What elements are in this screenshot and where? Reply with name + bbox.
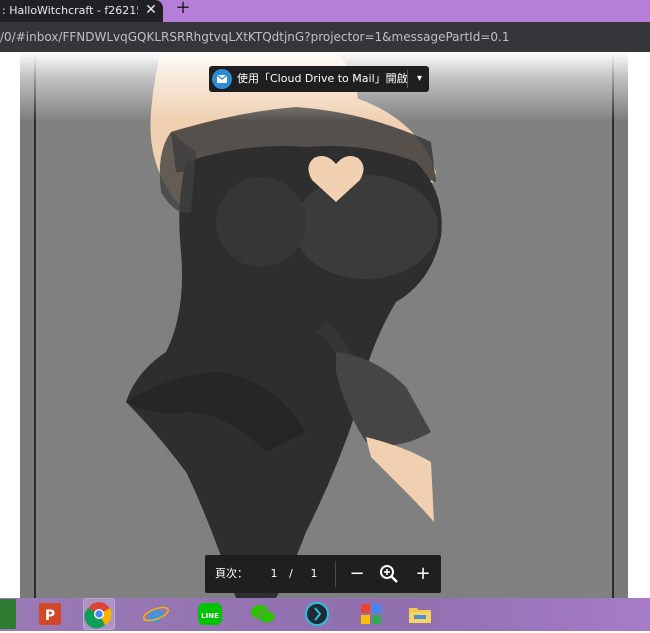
new-tab-button[interactable]: +: [174, 0, 192, 18]
open-with-button[interactable]: 使用「Cloud Drive to Mail」開啟 ▾: [209, 66, 429, 92]
svg-text:LINE: LINE: [201, 612, 219, 620]
page-edge-right: [614, 52, 628, 598]
taskbar: P e LINE: [0, 598, 650, 631]
line-icon[interactable]: LINE: [195, 599, 225, 629]
powerpoint-icon[interactable]: P: [36, 599, 66, 629]
svg-text:P: P: [45, 608, 55, 624]
app-teal-icon[interactable]: [302, 599, 332, 629]
zoom-in-button[interactable]: +: [411, 562, 435, 586]
app-partial-icon[interactable]: [0, 599, 16, 629]
tab-strip: : HalloWitchcraft - f2621538 ✕ +: [0, 0, 650, 22]
address-bar[interactable]: /0/#inbox/FFNDWLvqGQKLRSRRhgtvqLXtKTQdtj…: [0, 22, 650, 52]
page-edge-left: [20, 52, 34, 598]
zoom-reset-icon[interactable]: [377, 562, 401, 586]
page-label: 頁次：: [215, 567, 248, 580]
controls-divider: [335, 561, 336, 587]
character-illustration: [126, 52, 442, 598]
app-colorful-icon[interactable]: [356, 599, 386, 629]
open-with-label: 使用「Cloud Drive to Mail」開啟: [237, 72, 408, 85]
chevron-down-icon[interactable]: ▾: [410, 66, 429, 92]
url-text[interactable]: /0/#inbox/FFNDWLvqGQKLRSRRhgtvqLXtKTQdtj…: [0, 28, 509, 46]
page-controls: 頁次： 1 / 1 − +: [205, 555, 441, 593]
browser-tab[interactable]: : HalloWitchcraft - f2621538 ✕: [0, 0, 163, 22]
internet-explorer-icon[interactable]: e: [141, 599, 171, 629]
wechat-icon[interactable]: [248, 599, 278, 629]
svg-text:e: e: [149, 602, 163, 628]
page-border-right: [612, 52, 614, 598]
document-preview: [36, 52, 612, 598]
file-explorer-icon[interactable]: [405, 599, 435, 629]
page-separator: /: [289, 567, 293, 580]
mail-envelope-icon: [212, 69, 232, 89]
tab-title: : HalloWitchcraft - f2621538: [2, 4, 138, 17]
zoom-out-button[interactable]: −: [345, 562, 369, 586]
current-page-field[interactable]: 1: [263, 565, 285, 583]
pill-divider: [407, 70, 408, 88]
tab-close-icon[interactable]: ✕: [144, 2, 158, 18]
total-pages: 1: [310, 567, 318, 580]
chrome-icon[interactable]: [83, 598, 115, 630]
